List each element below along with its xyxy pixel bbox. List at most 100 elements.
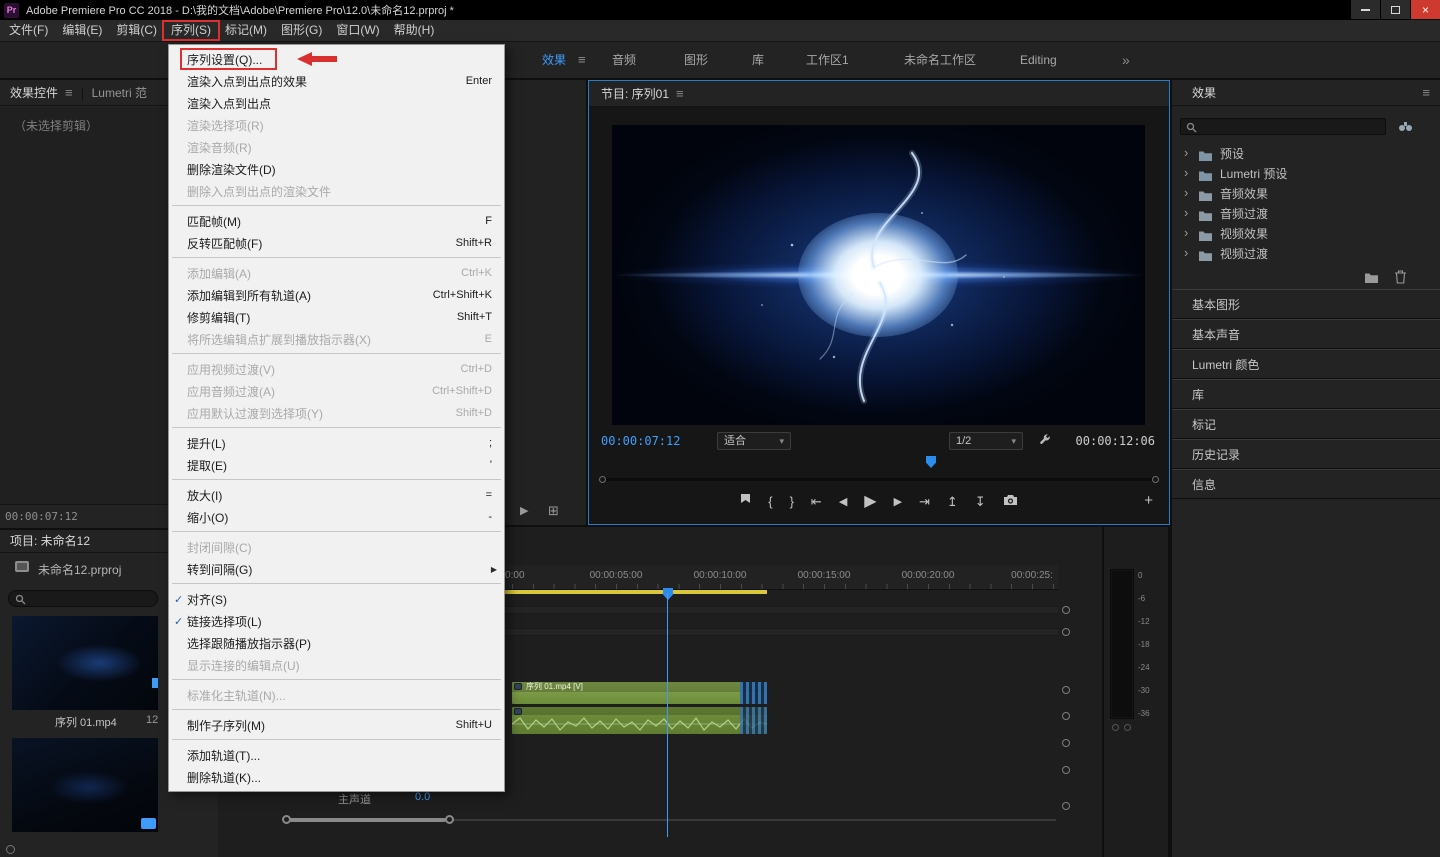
panel-tab-essential-graphics[interactable]: 基本图形 <box>1172 289 1440 319</box>
menu-item-match-frame[interactable]: 匹配帧(M)F <box>169 210 504 232</box>
panel-tab-libraries[interactable]: 库 <box>1172 379 1440 409</box>
menu-item-delete-render-files[interactable]: 删除渲染文件(D) <box>169 158 504 180</box>
effects-folder-audio-transitions[interactable]: › 音频过渡 <box>1172 204 1440 224</box>
project-file-name[interactable]: 未命名12.prproj <box>38 561 121 578</box>
settings-wrench-icon[interactable] <box>1038 433 1052 450</box>
menu-file[interactable]: 文件(F) <box>2 20 55 41</box>
menu-item-add-edit-to-all-tracks[interactable]: 添加编辑到所有轨道(A)Ctrl+Shift+K <box>169 284 504 306</box>
menu-sequence[interactable]: 序列(S) <box>164 20 218 41</box>
timeline-playhead[interactable] <box>663 588 673 600</box>
menu-item-zoom-in[interactable]: 放大(I)= <box>169 484 504 506</box>
menu-item-lift[interactable]: 提升(L); <box>169 432 504 454</box>
menu-clip[interactable]: 剪辑(C) <box>109 20 164 41</box>
workspace-tab-unnamed[interactable]: 未命名工作区 <box>904 42 976 78</box>
panel-menu-icon[interactable]: ≡ <box>65 85 73 100</box>
step-back-button[interactable]: ◀ <box>839 491 847 513</box>
panel-tab-history[interactable]: 历史记录 <box>1172 439 1440 469</box>
menu-graphics[interactable]: 图形(G) <box>274 20 329 41</box>
effects-folder-lumetri-presets[interactable]: › Lumetri 预设 <box>1172 164 1440 184</box>
program-playhead[interactable] <box>926 456 936 468</box>
go-to-out-button[interactable]: ⇥ <box>919 491 930 513</box>
menu-item-delete-tracks[interactable]: 删除轨道(K)... <box>169 766 504 788</box>
find-binoculars-icon[interactable] <box>1398 121 1413 135</box>
workspace-tab-audio[interactable]: 音频 <box>612 42 636 78</box>
track-handle-circle[interactable] <box>1062 766 1070 774</box>
chevron-right-icon[interactable]: › <box>1184 243 1188 263</box>
tab-effects[interactable]: 效果 <box>1192 86 1216 100</box>
effects-search-input[interactable] <box>1201 119 1381 134</box>
menu-item-trim-edit[interactable]: 修剪编辑(T)Shift+T <box>169 306 504 328</box>
workspace-tab-effects[interactable]: 效果 <box>542 42 566 78</box>
fit-select[interactable]: 适合▾ <box>717 432 791 450</box>
menu-item-make-subsequence[interactable]: 制作子序列(M)Shift+U <box>169 714 504 736</box>
timeline-scrollbar-thumb[interactable] <box>289 818 446 822</box>
menu-item-extract[interactable]: 提取(E)' <box>169 454 504 476</box>
workspace-menu-icon[interactable]: ≡ <box>578 42 586 78</box>
program-video-frame[interactable] <box>612 125 1145 425</box>
track-handle-circle[interactable] <box>1062 739 1070 747</box>
chevron-right-icon[interactable]: › <box>1184 163 1188 183</box>
new-custom-bin-icon[interactable] <box>1364 272 1379 287</box>
scrollbar-left-handle[interactable] <box>282 815 291 824</box>
workspace-overflow-icon[interactable]: » <box>1122 42 1130 78</box>
delete-trash-icon[interactable] <box>1394 270 1407 287</box>
scrollbar-right-handle[interactable] <box>445 815 454 824</box>
go-to-in-button[interactable]: ⇤ <box>811 491 822 513</box>
workspace-tab-graphics[interactable]: 图形 <box>684 42 708 78</box>
track-handle-circle[interactable] <box>1062 802 1070 810</box>
menu-window[interactable]: 窗口(W) <box>329 20 386 41</box>
workspace-tab-workspace1[interactable]: 工作区1 <box>806 42 849 78</box>
track-handle-circle[interactable] <box>1062 686 1070 694</box>
project-item-label[interactable]: 序列 01.mp4 <box>55 714 117 730</box>
timeline-video-clip[interactable]: 序列 01.mp4 [V] <box>512 682 767 704</box>
lift-button[interactable]: ↥ <box>947 491 958 513</box>
project-item-thumbnail-2[interactable] <box>12 738 158 832</box>
maximize-button[interactable] <box>1381 0 1410 19</box>
export-frame-button[interactable] <box>1003 491 1018 513</box>
chevron-right-icon[interactable]: › <box>1184 203 1188 223</box>
menu-help[interactable]: 帮助(H) <box>387 20 442 41</box>
effects-folder-presets[interactable]: › 预设 <box>1172 144 1440 164</box>
effects-folder-audio-effects[interactable]: › 音频效果 <box>1172 184 1440 204</box>
button-editor-plus[interactable]: + <box>1144 492 1153 509</box>
project-search-input[interactable] <box>29 591 153 606</box>
menu-item-go-to-gap[interactable]: 转到间隔(G)▶ <box>169 558 504 580</box>
menu-edit[interactable]: 编辑(E) <box>55 20 109 41</box>
timeline-audio-clip[interactable] <box>512 707 767 734</box>
project-item-thumbnail-1[interactable] <box>12 616 158 710</box>
chevron-right-icon[interactable]: › <box>1184 183 1188 203</box>
panel-tab-markers[interactable]: 标记 <box>1172 409 1440 439</box>
tab-lumetri-scopes[interactable]: Lumetri 范 <box>92 86 147 100</box>
chevron-right-icon[interactable]: › <box>1184 143 1188 163</box>
track-handle-circle[interactable] <box>1062 628 1070 636</box>
step-forward-button[interactable]: ▶ <box>894 491 902 513</box>
menu-item-reverse-match-frame[interactable]: 反转匹配帧(F)Shift+R <box>169 232 504 254</box>
close-button[interactable]: × <box>1411 0 1440 19</box>
track-handle-circle[interactable] <box>1062 606 1070 614</box>
effects-folder-video-effects[interactable]: › 视频效果 <box>1172 224 1440 244</box>
minimize-button[interactable] <box>1351 0 1380 19</box>
effects-folder-video-transitions[interactable]: › 视频过渡 <box>1172 244 1440 264</box>
tab-program[interactable]: 节目: 序列01 <box>601 87 669 101</box>
program-panel-menu-icon[interactable]: ≡ <box>676 86 684 101</box>
menu-item-linked-selection[interactable]: ✓链接选择项(L) <box>169 610 504 632</box>
menu-item-snap[interactable]: ✓对齐(S) <box>169 588 504 610</box>
source-play-icon[interactable]: ▶ <box>520 504 528 517</box>
menu-item-zoom-out[interactable]: 缩小(O)- <box>169 506 504 528</box>
menu-item-selection-follows-playhead[interactable]: 选择跟随播放指示器(P) <box>169 632 504 654</box>
add-marker-icon[interactable] <box>740 491 751 513</box>
extract-button[interactable]: ↧ <box>975 491 986 513</box>
mark-out-button[interactable]: } <box>790 491 794 513</box>
panel-tab-essential-sound[interactable]: 基本声音 <box>1172 319 1440 349</box>
work-area-bar[interactable] <box>468 590 767 594</box>
chevron-right-icon[interactable]: › <box>1184 223 1188 243</box>
panel-tab-lumetri-color[interactable]: Lumetri 颜色 <box>1172 349 1440 379</box>
menu-item-sequence-settings[interactable]: 序列设置(Q)... <box>169 48 504 70</box>
master-track-gain-value[interactable]: 0.0 <box>415 791 430 803</box>
zoom-level-select[interactable]: 1/2▾ <box>949 432 1023 450</box>
play-button[interactable]: ▶ <box>864 491 876 513</box>
program-position-timecode[interactable]: 00:00:07:12 <box>601 434 680 448</box>
tab-project[interactable]: 项目: 未命名12 <box>10 534 90 548</box>
workspace-tab-editing[interactable]: Editing <box>1020 42 1057 78</box>
effects-panel-menu-icon[interactable]: ≡ <box>1422 80 1430 106</box>
